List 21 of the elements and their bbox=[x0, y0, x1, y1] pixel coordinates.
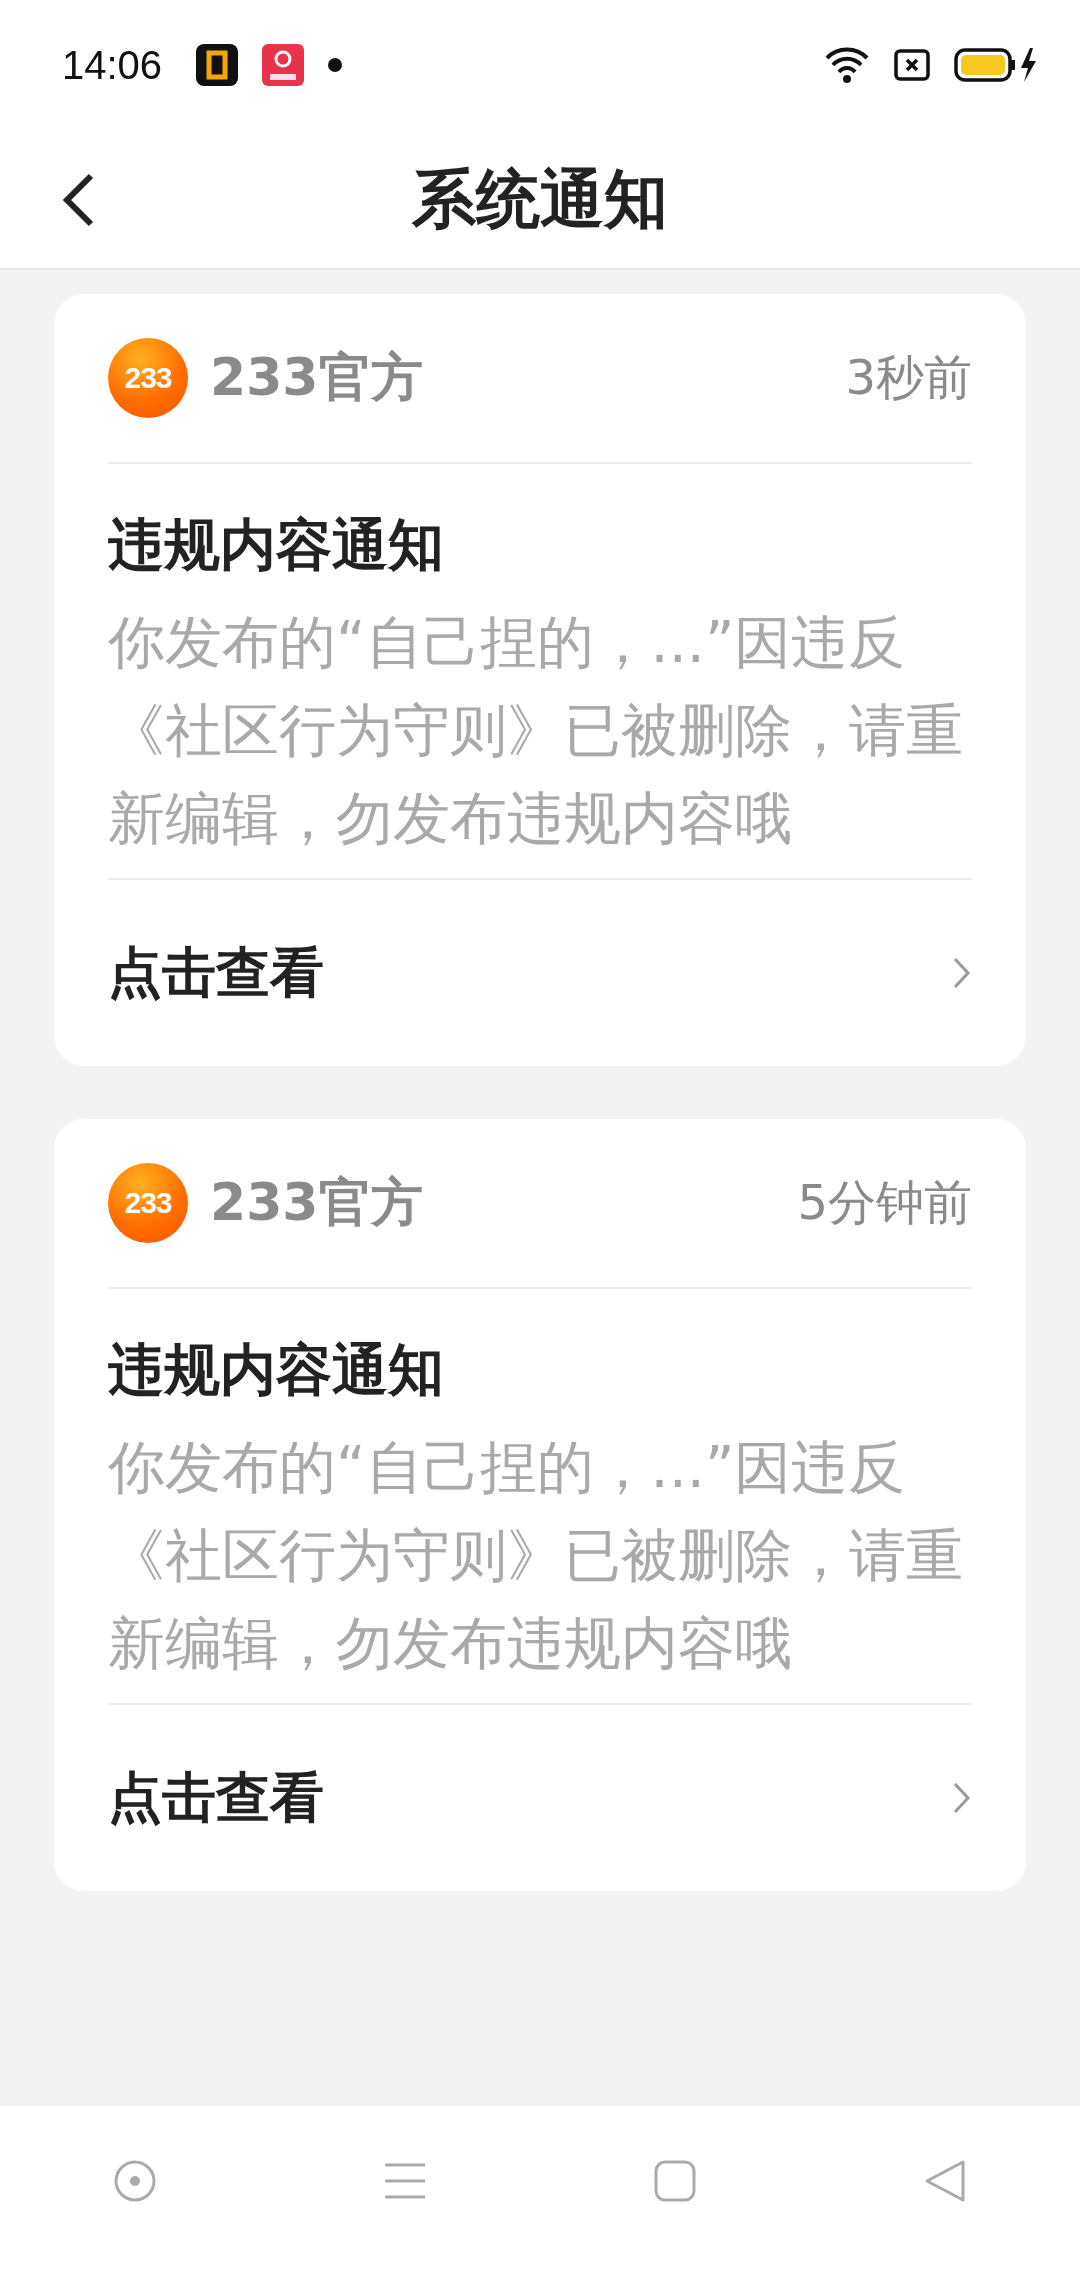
wifi-icon bbox=[824, 45, 870, 85]
notification-dot-icon bbox=[328, 58, 343, 72]
notification-body: 你发布的“自己捏的，...”因违反《社区行为守则》已被删除，请重新编辑，勿发布违规内容哦 bbox=[108, 1423, 972, 1705]
notification-time: 3秒前 bbox=[845, 348, 972, 407]
sender-name: 233官方 bbox=[210, 1171, 423, 1234]
app-icon bbox=[196, 44, 239, 86]
notification-title: 违规内容通知 bbox=[108, 511, 445, 579]
sender-logo: 233 bbox=[108, 1163, 188, 1243]
notification-title: 违规内容通知 bbox=[108, 1336, 445, 1404]
sender-logo: 233 bbox=[108, 338, 188, 418]
notification-time: 5分钟前 bbox=[797, 1173, 972, 1232]
sender-name: 233官方 bbox=[210, 346, 423, 409]
view-link[interactable]: 点击查看 bbox=[108, 880, 972, 1066]
sim-card-icon bbox=[894, 49, 930, 81]
view-link[interactable]: 点击查看 bbox=[108, 1705, 972, 1891]
chevron-right-icon bbox=[952, 956, 972, 990]
status-time: 14:06 bbox=[62, 42, 163, 88]
page-title: 系统通知 bbox=[412, 160, 668, 238]
app-icon bbox=[262, 44, 305, 86]
notification-body: 你发布的“自己捏的，...”因违反《社区行为守则》已被删除，请重新编辑，勿发布违规内容哦 bbox=[108, 598, 972, 880]
chevron-right-icon bbox=[952, 1781, 972, 1815]
